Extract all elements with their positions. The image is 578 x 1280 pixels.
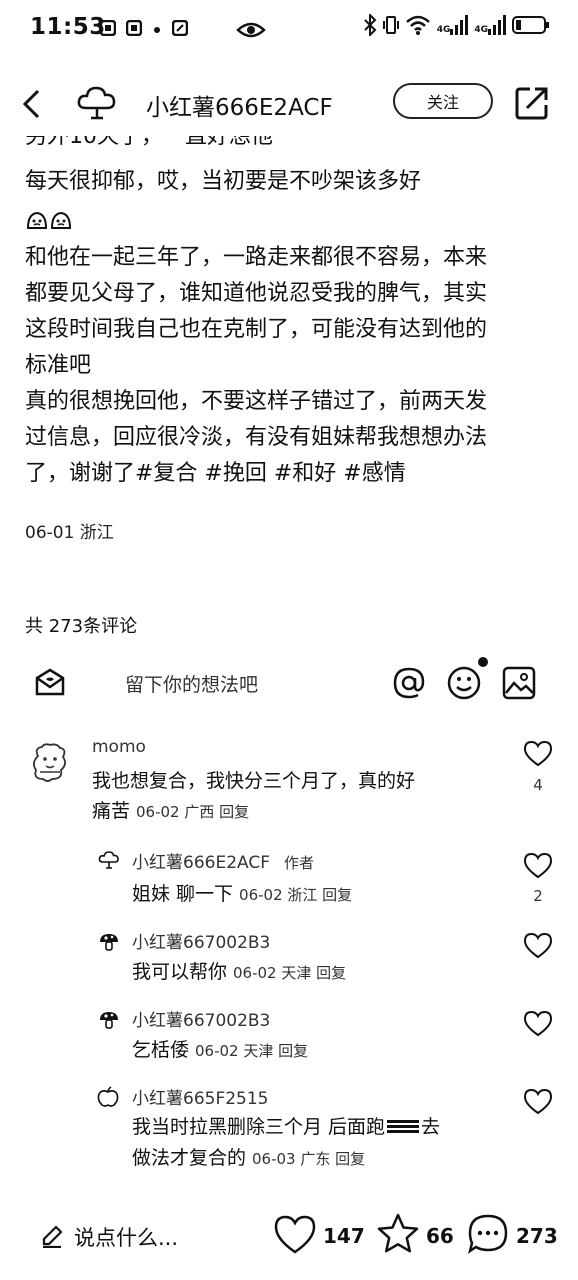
redacted-mark	[387, 1120, 420, 1134]
image-icon[interactable]	[502, 666, 536, 700]
post-line-hashtags[interactable]: 了，谢谢了#复合 #挽回 #和好 #感情	[25, 456, 555, 492]
cloud-avatar-icon[interactable]	[98, 850, 120, 870]
crying-emoji-icon	[50, 211, 72, 229]
apple-avatar-icon[interactable]	[96, 1086, 120, 1108]
follow-button[interactable]: 关注	[393, 83, 493, 119]
reply-meta[interactable]: 06-02 浙江 回复	[239, 884, 352, 905]
reply-line: 姐妹 聊一下 06-02 浙江 回复	[132, 879, 352, 909]
comment-meta[interactable]: 06-02 广西 回复	[136, 801, 249, 822]
signal-1: 4G	[437, 15, 469, 35]
mushroom-avatar-icon[interactable]	[98, 932, 120, 952]
notification-dot-icon	[154, 27, 160, 33]
signal-2: 4G	[474, 15, 506, 35]
star-icon[interactable]	[376, 1212, 420, 1256]
reply-line: 乞栝倭 06-02 天津 回复	[132, 1035, 308, 1065]
share-icon[interactable]	[515, 86, 549, 120]
heart-icon[interactable]	[523, 1010, 553, 1038]
comment-count: 共 273条评论	[25, 616, 138, 637]
heart-icon[interactable]	[523, 1088, 553, 1116]
signal-bars-icon	[488, 15, 506, 35]
post-line: 过信息，回应很冷淡，有没有姐妹帮我想想办法	[25, 425, 488, 450]
post-line: 和他在一起三年了，一路走来都很不容易，本来	[25, 245, 488, 270]
heart-icon[interactable]	[523, 852, 553, 880]
reply-text: 姐妹 聊一下	[132, 883, 234, 905]
notification-app-icon	[126, 20, 142, 36]
reply-author[interactable]: 小红薯665F2515	[132, 1084, 269, 1109]
author-tag: 作者	[283, 854, 314, 872]
reply-text: 去	[421, 1116, 441, 1138]
reply-line: 做法才复合的 06-03 广东 回复	[132, 1143, 365, 1173]
cloud-avatar-icon[interactable]	[76, 84, 118, 122]
bluetooth-icon	[363, 14, 377, 36]
comment-text: 痛苦	[92, 800, 131, 822]
crying-emoji-icon	[26, 211, 48, 229]
reply-header: 小红薯666E2ACF 作者	[132, 848, 314, 873]
comment-text: 我也想复合，我快分三个月了，真的好	[92, 770, 416, 792]
reply-author[interactable]: 小红薯666E2ACF	[132, 848, 270, 873]
notification-app-icon	[100, 20, 116, 36]
heart-icon[interactable]	[523, 932, 553, 960]
post-line: 真的很想挽回他，不要这样子错过了，前两天发	[25, 389, 488, 414]
comment-total: 273	[516, 1224, 558, 1248]
status-time: 11:53	[30, 14, 106, 40]
notification-icons	[100, 20, 188, 36]
reply-text: 做法才复合的	[132, 1147, 247, 1169]
envelope-icon[interactable]	[34, 667, 66, 697]
comment-like-count: 4	[533, 776, 543, 794]
like-count: 147	[323, 1224, 365, 1248]
battery-icon	[512, 16, 549, 34]
post-line: 都要见父母了，谁知道他说忍受我的脾气，其实	[25, 281, 488, 306]
chat-icon[interactable]	[466, 1212, 510, 1256]
comment-author[interactable]: momo	[92, 737, 146, 757]
reply-text: 我当时拉黑删除三个月 后面跑	[132, 1116, 386, 1138]
reply-author[interactable]: 小红薯667002B3	[132, 928, 270, 953]
signal-bars-icon	[450, 15, 469, 35]
favorite-count: 66	[426, 1224, 454, 1248]
wifi-icon	[405, 15, 430, 35]
reply-meta[interactable]: 06-02 天津 回复	[233, 962, 346, 983]
back-icon[interactable]	[20, 88, 44, 120]
comment-input[interactable]: 留下你的想法吧	[125, 670, 258, 697]
vibrate-icon	[382, 16, 399, 34]
author-name[interactable]: 小红薯666E2ACF	[146, 88, 333, 122]
reply-line: 我当时拉黑删除三个月 后面跑 去	[132, 1112, 440, 1142]
reply-like-count: 2	[533, 887, 543, 905]
avatar[interactable]	[30, 742, 70, 784]
mushroom-avatar-icon[interactable]	[98, 1010, 120, 1030]
reply-text: 我可以帮你	[132, 961, 228, 983]
reply-author[interactable]: 小红薯667002B3	[132, 1006, 270, 1031]
notification-app-icon	[172, 20, 188, 36]
at-icon[interactable]	[392, 666, 426, 700]
post-line: 这段时间我自己也在克制了，可能没有达到他的	[25, 317, 488, 342]
say-something-input[interactable]: 说点什么...	[74, 1222, 178, 1252]
reply-line: 我可以帮你 06-02 天津 回复	[132, 957, 346, 987]
post-line: 每天很抑郁，哎，当初要是不吵架该多好	[25, 169, 422, 194]
post-clipped-line: 另外10天了，一直好想他	[25, 136, 273, 149]
network-type-1: 4G	[436, 25, 451, 35]
heart-icon[interactable]	[273, 1214, 317, 1256]
status-right: 4G 4G	[363, 14, 550, 36]
post-line: 标准吧	[25, 353, 92, 378]
eye-icon	[236, 22, 266, 38]
post-date-location: 06-01 浙江	[25, 523, 114, 543]
comment-line-2: 痛苦 06-02 广西 回复	[92, 796, 249, 826]
heart-icon[interactable]	[523, 740, 553, 768]
pencil-icon[interactable]	[40, 1224, 64, 1248]
emoji-stickers	[26, 210, 72, 230]
reply-meta[interactable]: 06-02 天津 回复	[195, 1040, 308, 1061]
reply-meta[interactable]: 06-03 广东 回复	[252, 1148, 365, 1169]
emoji-icon[interactable]	[446, 656, 490, 702]
network-type-2: 4G	[474, 25, 488, 35]
reply-text: 乞栝倭	[132, 1039, 190, 1061]
